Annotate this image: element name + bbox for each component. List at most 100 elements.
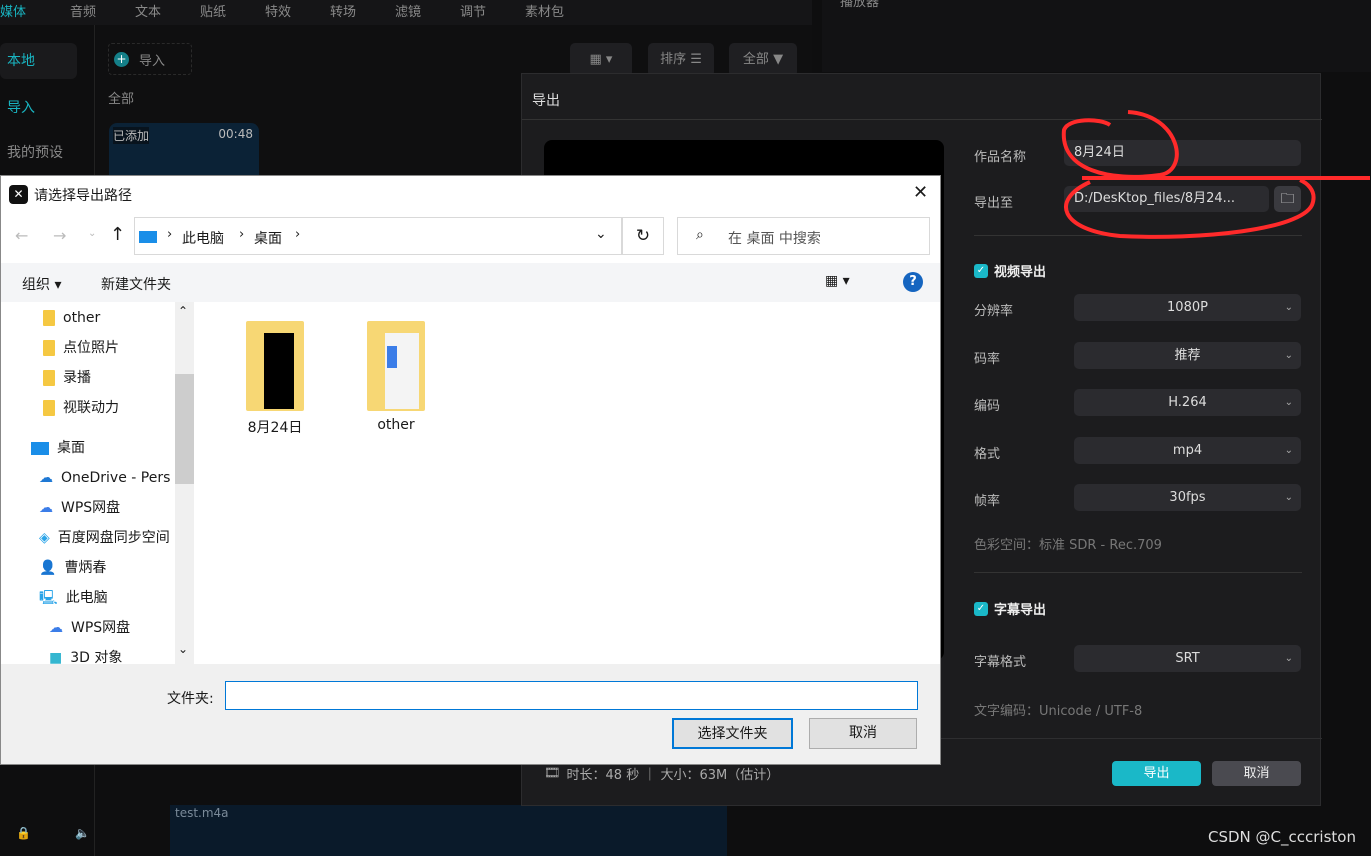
- menu-package[interactable]: 素材包: [525, 0, 568, 25]
- tree-item[interactable]: ☁ OneDrive - Pers: [39, 467, 170, 489]
- bitrate-label: 码率: [974, 352, 1001, 367]
- search-placeholder: 在 桌面 中搜索: [728, 231, 821, 247]
- organize-menu[interactable]: 组织 ▾: [22, 274, 61, 294]
- help-icon[interactable]: ?: [903, 272, 923, 292]
- import-button[interactable]: + 导入: [108, 43, 192, 75]
- chevron-down-icon: ⌄: [1284, 653, 1293, 664]
- export-button[interactable]: 导出: [1112, 761, 1201, 786]
- folder-icon: 🗀: [1280, 191, 1295, 207]
- cancel-button[interactable]: 取消: [1212, 761, 1301, 786]
- video-export-toggle[interactable]: ✓ 视频导出: [974, 261, 1046, 280]
- framerate-value: 30fps: [1169, 490, 1206, 505]
- tree-item[interactable]: 视联动力: [43, 397, 119, 419]
- tree-item[interactable]: 🖳 此电脑: [39, 587, 108, 609]
- folder-icon: [43, 310, 55, 326]
- player-panel: 播放器: [822, 0, 1371, 72]
- resolution-select[interactable]: 1080P ⌄: [1074, 294, 1301, 321]
- path-input[interactable]: D:/DesKtop_files/8月24...: [1064, 186, 1269, 212]
- cube-icon: ■: [49, 650, 63, 664]
- tree-item[interactable]: 桌面: [31, 437, 85, 459]
- audio-track-clip[interactable]: test.m4a: [170, 805, 727, 856]
- duration-size-text: 时长：48 秒 ｜ 大小：63M（估计）: [566, 768, 780, 783]
- export-dialog-title: 导出: [532, 93, 560, 109]
- select-folder-button[interactable]: 选择文件夹: [672, 718, 793, 749]
- cancel-button[interactable]: 取消: [809, 718, 917, 749]
- user-icon: 👤: [39, 560, 57, 576]
- format-select[interactable]: mp4 ⌄: [1074, 437, 1301, 464]
- tree-item[interactable]: other: [43, 307, 100, 329]
- format-label: 格式: [974, 447, 1001, 462]
- tree-item[interactable]: ☁ WPS网盘: [39, 497, 120, 519]
- codec-value: H.264: [1168, 395, 1207, 410]
- view-toggle-button[interactable]: ▦ ▾: [570, 43, 632, 77]
- breadcrumb-this-pc[interactable]: 此电脑: [182, 228, 224, 248]
- tree-item[interactable]: ■ 3D 对象: [49, 647, 122, 664]
- back-icon[interactable]: ←: [15, 226, 28, 245]
- breadcrumb-sep: ›: [239, 227, 245, 242]
- sidebar-item-import[interactable]: 导入: [0, 90, 77, 126]
- new-folder-button[interactable]: 新建文件夹: [101, 274, 171, 294]
- subtitle-export-toggle[interactable]: ✓ 字幕导出: [974, 599, 1046, 618]
- folder-field-label: 文件夹:: [167, 691, 214, 707]
- sort-button[interactable]: 排序 ☰: [648, 43, 714, 77]
- tree-item[interactable]: 录播: [43, 367, 91, 389]
- cloud-icon: ☁: [39, 500, 53, 516]
- tree-item[interactable]: ◈ 百度网盘同步空间: [39, 527, 170, 549]
- refresh-icon: ↻: [635, 226, 651, 246]
- scroll-up-icon: ⌃: [178, 304, 189, 318]
- lock-icon[interactable]: 🔒: [16, 826, 31, 840]
- checkbox-checked-icon[interactable]: ✓: [974, 263, 988, 278]
- desktop-icon: [139, 231, 157, 243]
- divider: [522, 119, 1322, 120]
- close-icon[interactable]: ✕: [913, 182, 928, 203]
- forward-icon[interactable]: →: [53, 226, 66, 245]
- checkbox-checked-icon[interactable]: ✓: [974, 601, 988, 616]
- file-toolbar: 组织 ▾ 新建文件夹 ▦ ▾ ?: [1, 263, 940, 302]
- mute-icon[interactable]: 🔈: [75, 826, 90, 840]
- address-bar[interactable]: › 此电脑 › 桌面 › ⌄: [134, 217, 622, 255]
- file-item-folder[interactable]: 8月24日: [227, 321, 323, 437]
- tree-item[interactable]: 👤 曹炳春: [39, 557, 106, 579]
- film-icon: 🎞: [544, 766, 561, 781]
- file-item-folder[interactable]: other: [348, 321, 444, 433]
- desktop-icon: [31, 441, 49, 455]
- top-menu: 媒体 音频 文本 贴纸 特效 转场 滤镜 调节 素材包: [0, 0, 812, 25]
- name-input[interactable]: 8月24日: [1064, 140, 1301, 166]
- chevron-down-icon: ⌄: [1284, 445, 1293, 456]
- refresh-button[interactable]: ↻: [622, 217, 664, 255]
- framerate-select[interactable]: 30fps ⌄: [1074, 484, 1301, 511]
- file-dialog-title: 请选择导出路径: [34, 188, 132, 204]
- up-icon[interactable]: ↑: [110, 224, 125, 245]
- breadcrumb-sep: ›: [295, 227, 301, 242]
- scrollbar-thumb[interactable]: [175, 374, 194, 484]
- menu-text[interactable]: 文本: [135, 0, 178, 25]
- codec-label: 编码: [974, 399, 1001, 414]
- tree-scrollbar[interactable]: ⌃ ⌄: [175, 302, 194, 664]
- media-clip[interactable]: 已添加 00:48: [109, 123, 259, 183]
- tree-item[interactable]: ☁ WPS网盘: [49, 617, 130, 639]
- bitrate-select[interactable]: 推荐 ⌄: [1074, 342, 1301, 369]
- search-input[interactable]: ⌕ 在 桌面 中搜索: [677, 217, 930, 255]
- divider: [974, 572, 1302, 573]
- browse-folder-button[interactable]: 🗀: [1274, 186, 1301, 212]
- view-options-icon[interactable]: ▦ ▾: [825, 273, 850, 289]
- sidebar-item-presets[interactable]: 我的预设: [0, 135, 77, 171]
- chevron-down-icon[interactable]: ⌄: [595, 226, 607, 242]
- menu-filter[interactable]: 滤镜: [395, 0, 438, 25]
- menu-media[interactable]: 媒体: [0, 0, 70, 25]
- codec-select[interactable]: H.264 ⌄: [1074, 389, 1301, 416]
- sidebar-item-local[interactable]: 本地: [0, 43, 77, 79]
- file-name: 8月24日: [247, 420, 303, 436]
- menu-adjust[interactable]: 调节: [460, 0, 503, 25]
- menu-audio[interactable]: 音频: [70, 0, 113, 25]
- menu-transition[interactable]: 转场: [330, 0, 373, 25]
- breadcrumb-desktop[interactable]: 桌面: [254, 228, 282, 248]
- menu-sticker[interactable]: 贴纸: [200, 0, 243, 25]
- menu-effects[interactable]: 特效: [265, 0, 308, 25]
- tree-item[interactable]: 点位照片: [43, 337, 119, 359]
- app-logo-icon: ✕: [9, 185, 28, 204]
- filter-button[interactable]: 全部 ▼: [729, 43, 797, 77]
- subtitle-format-select[interactable]: SRT ⌄: [1074, 645, 1301, 672]
- folder-input[interactable]: [225, 681, 918, 710]
- recent-dropdown-icon[interactable]: ⌄: [88, 228, 96, 239]
